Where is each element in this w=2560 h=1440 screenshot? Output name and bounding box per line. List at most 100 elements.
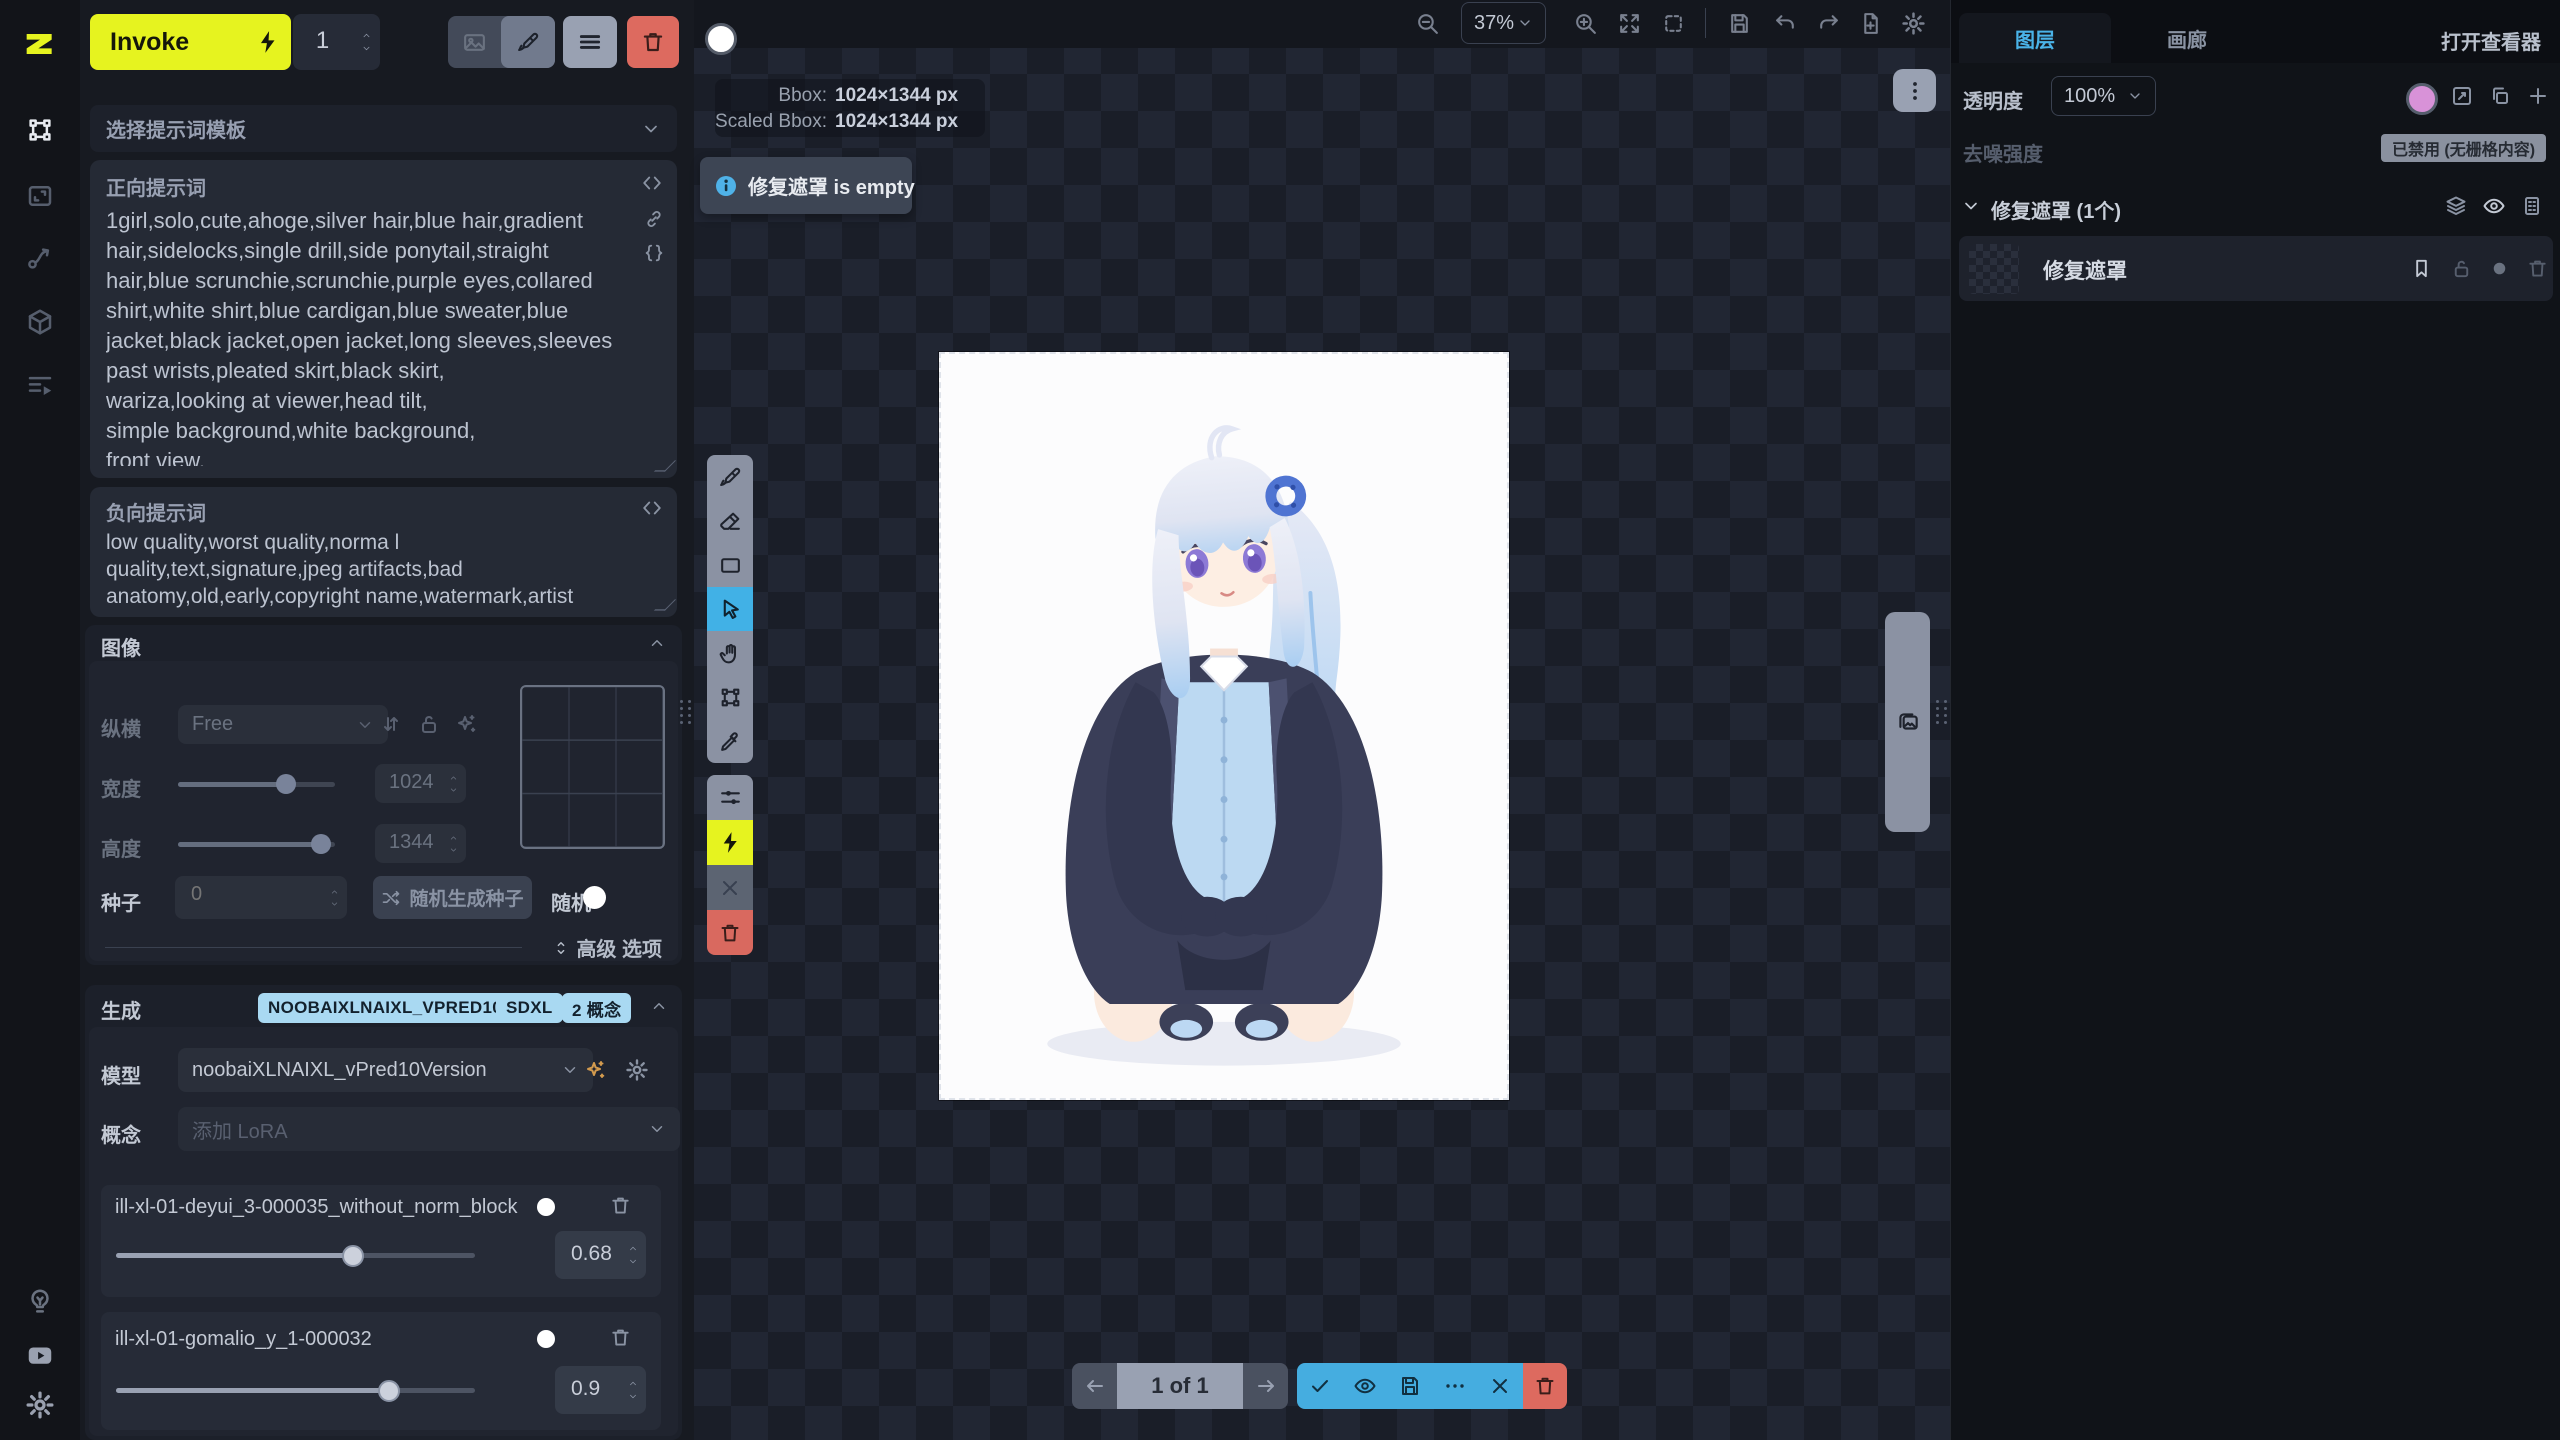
collapse-chevron-up-icon[interactable]	[650, 997, 668, 1015]
pan-tool[interactable]	[707, 631, 753, 675]
mask-color-swatch[interactable]	[2406, 83, 2438, 115]
layer-color-dot-icon[interactable]	[2487, 256, 2512, 281]
zoom-out-icon[interactable]	[1414, 10, 1440, 36]
save-canvas-icon[interactable]	[1726, 10, 1752, 36]
braces-icon[interactable]	[643, 242, 665, 264]
save-to-gallery-button[interactable]	[1387, 1363, 1432, 1409]
queue-menu-button[interactable]	[563, 16, 617, 68]
queue-count-input[interactable]: 1	[293, 14, 380, 70]
resize-handle-icon[interactable]	[654, 599, 676, 610]
layer-bookmark-icon[interactable]	[2409, 256, 2434, 281]
lora-weight-stepper[interactable]	[627, 1379, 639, 1402]
prev-image-button[interactable]	[1072, 1363, 1117, 1409]
canvas-settings-icon[interactable]	[1900, 10, 1926, 36]
height-stepper[interactable]	[448, 833, 459, 854]
accept-button[interactable]	[1297, 1363, 1342, 1409]
zoom-in-icon[interactable]	[1572, 10, 1598, 36]
code-icon[interactable]	[641, 497, 663, 519]
width-input[interactable]: 1024	[375, 764, 466, 803]
opacity-select[interactable]: 100%	[2051, 76, 2156, 116]
swap-dimensions-icon[interactable]	[379, 712, 403, 736]
nav-queue-icon[interactable]	[18, 363, 62, 407]
lora-delete-icon[interactable]	[609, 1326, 632, 1349]
negative-prompt-input[interactable]: low quality,worst quality,norma l qualit…	[106, 529, 637, 609]
canvas-menu-kebab-button[interactable]	[1893, 69, 1936, 112]
gallery-drawer-toggle[interactable]	[1885, 612, 1930, 832]
random-seed-button[interactable]: 随机生成种子	[373, 876, 532, 919]
image-mode-button[interactable]	[448, 16, 501, 68]
model-sparkles-icon[interactable]	[583, 1058, 607, 1082]
rect-tool[interactable]	[707, 543, 753, 587]
brush-mode-button[interactable]	[501, 16, 555, 68]
clear-queue-button[interactable]	[627, 16, 679, 68]
fit-view-icon[interactable]	[1616, 10, 1642, 36]
nav-canvas-icon[interactable]	[18, 108, 62, 152]
group-visibility-icon[interactable]	[2481, 193, 2507, 219]
transform-tool[interactable]	[707, 675, 753, 719]
lora-weight-input[interactable]: 0.68	[555, 1231, 646, 1279]
eraser-tool[interactable]	[707, 499, 753, 543]
height-slider[interactable]	[178, 834, 335, 854]
eyedropper-tool[interactable]	[707, 719, 753, 763]
redo-icon[interactable]	[1815, 10, 1841, 36]
lora-delete-icon[interactable]	[609, 1194, 632, 1217]
filter-tool[interactable]	[707, 775, 753, 820]
new-session-icon[interactable]	[1857, 10, 1883, 36]
tab-gallery[interactable]: 画廊	[2111, 13, 2263, 63]
width-slider[interactable]	[178, 774, 335, 794]
next-image-button[interactable]	[1243, 1363, 1288, 1409]
nav-models-icon[interactable]	[18, 300, 62, 344]
zoom-level-select[interactable]: 37%	[1461, 2, 1546, 44]
delete-staging-button[interactable]	[1523, 1363, 1567, 1409]
queue-count-stepper[interactable]	[360, 31, 373, 54]
add-layer-icon[interactable]	[2525, 83, 2551, 109]
preview-toggle-button[interactable]	[1342, 1363, 1387, 1409]
invoke-button[interactable]: Invoke	[90, 14, 291, 70]
advanced-options-toggle[interactable]: 高级 选项	[552, 933, 662, 962]
youtube-icon[interactable]	[18, 1333, 62, 1377]
resize-handle-icon[interactable]	[654, 460, 676, 471]
tab-layers[interactable]: 图层	[1959, 13, 2111, 63]
duplicate-layer-icon[interactable]	[2487, 83, 2513, 109]
height-input[interactable]: 1344	[375, 824, 466, 863]
seed-stepper[interactable]	[329, 887, 340, 908]
lora-weight-input[interactable]: 0.9	[555, 1366, 646, 1414]
panel-resize-handle[interactable]	[680, 700, 692, 724]
brush-color-swatch[interactable]	[705, 23, 737, 55]
model-select[interactable]: noobaiXLNAIXL_vPred10Version	[178, 1048, 593, 1092]
group-layers-icon[interactable]	[2443, 193, 2469, 219]
model-settings-icon[interactable]	[625, 1058, 649, 1082]
more-actions-button[interactable]	[1432, 1363, 1477, 1409]
brush-tool[interactable]	[707, 455, 753, 499]
seed-input[interactable]	[189, 882, 303, 907]
optimize-size-icon[interactable]	[454, 712, 478, 736]
panel-resize-handle[interactable]	[1936, 700, 1948, 724]
delete-tool[interactable]	[707, 910, 753, 955]
link-icon[interactable]	[643, 208, 665, 230]
lora-select[interactable]: 添加 LoRA	[178, 1107, 680, 1151]
group-canvas-frame-icon[interactable]	[2519, 193, 2545, 219]
layer-lock-icon[interactable]	[2449, 256, 2474, 281]
undo-icon[interactable]	[1772, 10, 1798, 36]
lock-aspect-icon[interactable]	[417, 712, 441, 736]
fit-bbox-icon[interactable]	[1660, 10, 1686, 36]
lora-weight-slider[interactable]	[116, 1380, 475, 1402]
code-icon[interactable]	[641, 172, 663, 194]
prompt-template-bar[interactable]: 选择提示词模板	[90, 105, 677, 152]
collapse-chevron-up-icon[interactable]	[648, 634, 666, 652]
lora-weight-slider[interactable]	[116, 1245, 475, 1267]
positive-prompt-input[interactable]: 1girl,solo,cute,ahoge,silver hair,blue h…	[106, 206, 625, 466]
support-lightbulb-icon[interactable]	[18, 1280, 62, 1324]
canvas-image[interactable]	[939, 352, 1509, 1100]
layer-list-item[interactable]: 修复遮罩	[1959, 236, 2553, 301]
layer-delete-icon[interactable]	[2525, 256, 2550, 281]
canvas-area[interactable]: 37% Bbox: 1024×1344 px Scaled Bbox: 1024…	[694, 0, 1950, 1440]
invoke-region-tool[interactable]	[707, 820, 753, 865]
nav-viewer-icon[interactable]	[18, 174, 62, 218]
cancel-tool[interactable]	[707, 865, 753, 910]
select-tool-active[interactable]	[707, 587, 753, 631]
lora-weight-stepper[interactable]	[627, 1244, 639, 1267]
aspect-select[interactable]: Free	[178, 705, 388, 744]
discard-button[interactable]	[1477, 1363, 1523, 1409]
open-viewer-button[interactable]: 打开查看器	[2441, 26, 2541, 55]
